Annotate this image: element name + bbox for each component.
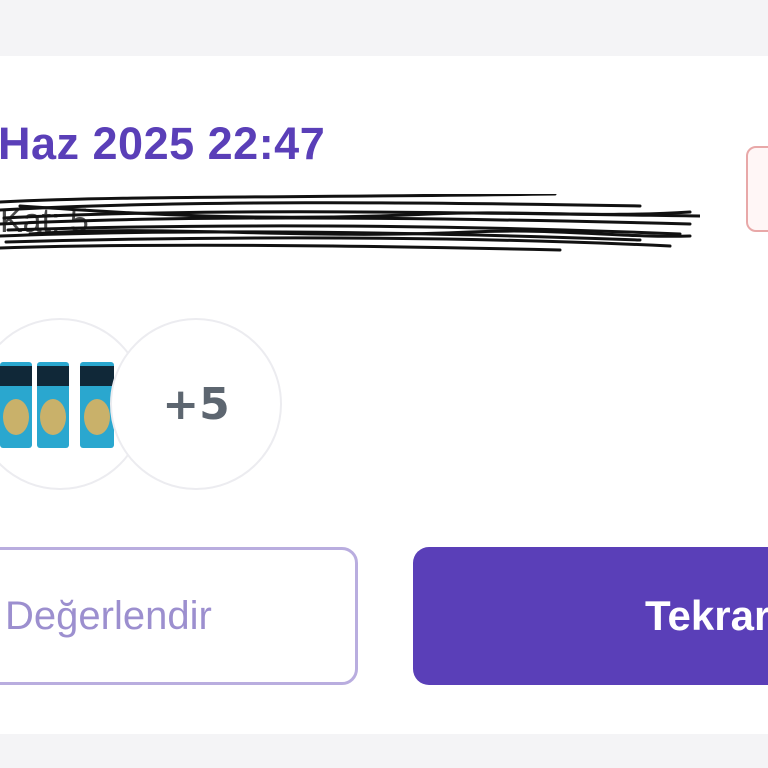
status-badge: [746, 146, 768, 232]
order-address: Kat: 5: [0, 194, 700, 254]
rate-button[interactable]: Değerlendir: [0, 547, 358, 685]
rate-button-label: Değerlendir: [5, 593, 212, 638]
reorder-button-label: Tekrarla: [645, 592, 768, 639]
address-redaction-scribble: [0, 194, 700, 252]
reorder-button[interactable]: Tekrarla: [413, 547, 768, 685]
more-items-circle[interactable]: +5: [110, 318, 282, 490]
more-items-count: +5: [162, 378, 230, 430]
product-thumbnail-image: [0, 362, 114, 448]
order-date: Haz 2025 22:47: [0, 118, 326, 169]
